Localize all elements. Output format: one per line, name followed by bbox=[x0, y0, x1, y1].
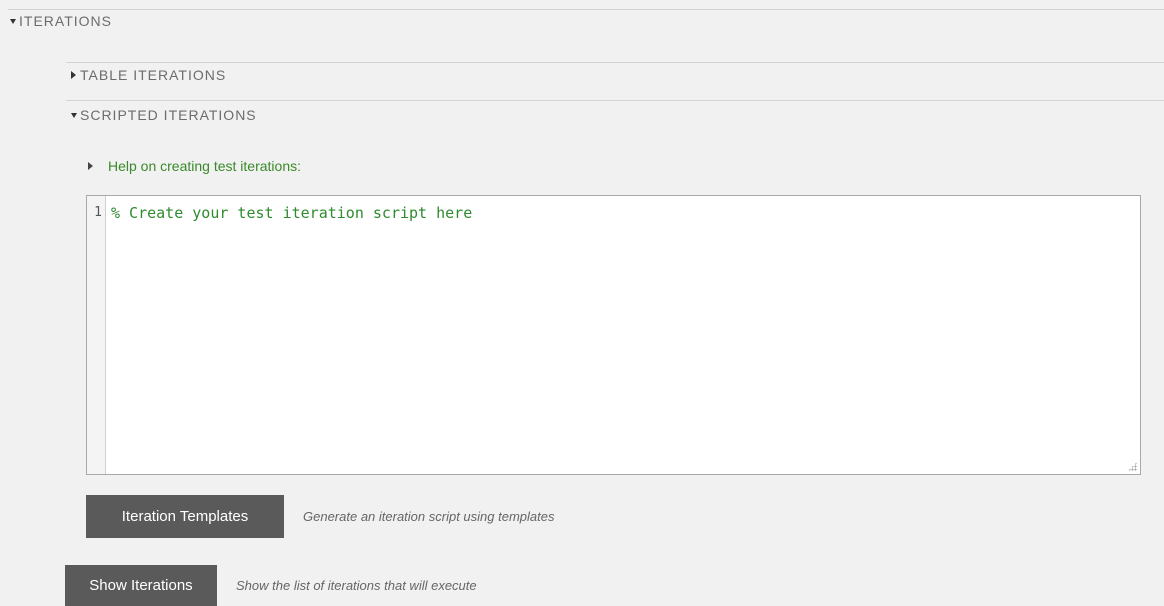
iterations-section-header[interactable]: ITERATIONS bbox=[10, 13, 112, 29]
help-creating-iterations-toggle[interactable]: Help on creating test iterations: bbox=[88, 158, 301, 174]
help-link-text: Help on creating test iterations: bbox=[108, 158, 301, 174]
table-iterations-divider bbox=[66, 62, 1164, 63]
line-number: 1 bbox=[94, 205, 102, 220]
resize-grip-icon[interactable] bbox=[1128, 462, 1137, 471]
table-iterations-title: TABLE ITERATIONS bbox=[80, 67, 227, 83]
top-divider bbox=[8, 9, 1164, 10]
show-iterations-button[interactable]: Show Iterations bbox=[65, 565, 217, 606]
caret-down-icon bbox=[10, 18, 16, 24]
iteration-templates-hint: Generate an iteration script using templ… bbox=[303, 509, 555, 524]
show-iterations-hint: Show the list of iterations that will ex… bbox=[236, 578, 477, 593]
caret-right-icon bbox=[71, 71, 76, 79]
code-line[interactable]: % Create your test iteration script here bbox=[111, 204, 472, 222]
caret-right-icon bbox=[88, 162, 93, 170]
caret-down-icon bbox=[71, 112, 77, 118]
iteration-script-editor[interactable]: 1 % Create your test iteration script he… bbox=[86, 195, 1141, 475]
table-iterations-header[interactable]: TABLE ITERATIONS bbox=[71, 67, 226, 83]
iterations-section-title: ITERATIONS bbox=[19, 13, 112, 29]
scripted-iterations-header[interactable]: SCRIPTED ITERATIONS bbox=[71, 107, 257, 123]
iteration-templates-button[interactable]: Iteration Templates bbox=[86, 495, 284, 538]
scripted-iterations-divider bbox=[66, 100, 1164, 101]
editor-gutter: 1 bbox=[87, 196, 106, 474]
scripted-iterations-title: SCRIPTED ITERATIONS bbox=[80, 107, 257, 123]
